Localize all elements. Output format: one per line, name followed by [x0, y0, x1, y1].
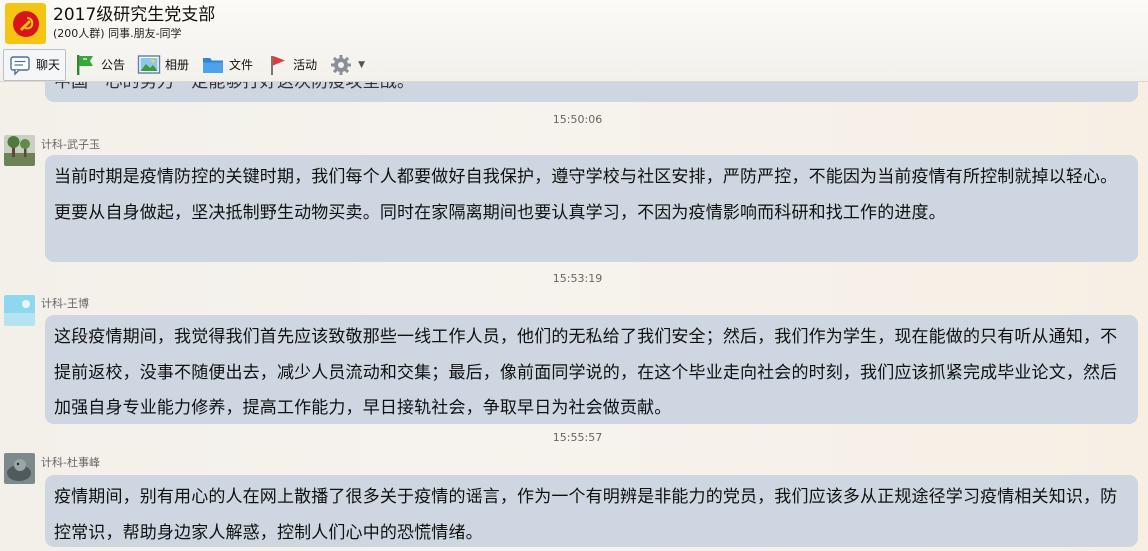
- flag-icon: [73, 53, 97, 77]
- tab-activity[interactable]: 活动: [261, 49, 322, 81]
- tab-files[interactable]: 文件: [197, 49, 258, 81]
- avatar[interactable]: [4, 295, 35, 326]
- folder-icon: [201, 53, 225, 77]
- message-bubble[interactable]: 当前时期是疫情防控的关键时期，我们每个人都要做好自我保护，遵守学校与社区安排，严…: [45, 155, 1138, 262]
- avatar[interactable]: [4, 135, 35, 166]
- chevron-down-icon: ▼: [358, 59, 365, 70]
- message-text: 当前时期是疫情防控的关键时期，我们每个人都要做好自我保护，遵守学校与社区安排，严…: [54, 167, 1118, 223]
- chat-bubble-icon: [8, 53, 32, 77]
- group-title[interactable]: 2017级研究生党支部: [53, 4, 215, 26]
- chat-toolbar: 聊天 公告 相册 文件 活动 ▼: [3, 48, 373, 81]
- tab-activity-label: 活动: [293, 58, 318, 72]
- tab-files-label: 文件: [229, 58, 254, 72]
- gear-icon: [329, 53, 353, 77]
- message-timestamp: 15:50:06: [552, 113, 603, 126]
- tab-notice[interactable]: 公告: [69, 49, 130, 81]
- group-avatar[interactable]: [5, 3, 46, 44]
- message-bubble[interactable]: 疫情期间，别有用心的人在网上散播了很多关于疫情的谣言，作为一个有明辨是非能力的党…: [45, 475, 1138, 547]
- group-subtitle: (200人群) 同事.朋友-同学: [53, 27, 182, 40]
- chat-header: 2017级研究生党支部 (200人群) 同事.朋友-同学 聊天 公告 相册 文件…: [0, 0, 1148, 82]
- sender-name[interactable]: 计科-杜事峰: [41, 454, 100, 470]
- chat-message-list[interactable]: 中国一心的努力一定能够打好这次防疫攻坚战。 15:50:06 计科-武子玉 当前…: [0, 82, 1148, 551]
- message-timestamp: 15:53:19: [552, 272, 603, 285]
- settings-menu-button[interactable]: ▼: [325, 49, 370, 81]
- photo-album-icon: [137, 53, 161, 77]
- sender-name[interactable]: 计科-武子玉: [41, 136, 100, 152]
- tab-chat-label: 聊天: [36, 58, 61, 72]
- party-emblem-icon: [12, 10, 39, 37]
- message-bubble[interactable]: 这段疫情期间，我觉得我们首先应该致敬那些一线工作人员，他们的无私给了我们安全；然…: [45, 315, 1138, 424]
- tab-chat[interactable]: 聊天: [3, 48, 67, 81]
- avatar[interactable]: [4, 453, 35, 484]
- message-timestamp: 15:55:57: [552, 431, 603, 444]
- message-text: 中国一心的努力一定能够打好这次防疫攻坚战。: [54, 82, 415, 92]
- tab-notice-label: 公告: [101, 58, 126, 72]
- message-text: 疫情期间，别有用心的人在网上散播了很多关于疫情的谣言，作为一个有明辨是非能力的党…: [54, 487, 1118, 543]
- sender-name[interactable]: 计科-王博: [41, 295, 89, 311]
- message-bubble[interactable]: 中国一心的努力一定能够打好这次防疫攻坚战。: [45, 82, 1138, 102]
- tab-album[interactable]: 相册: [133, 49, 194, 81]
- tab-album-label: 相册: [165, 58, 190, 72]
- pennant-flag-icon: [265, 53, 289, 77]
- message-text: 这段疫情期间，我觉得我们首先应该致敬那些一线工作人员，他们的无私给了我们安全；然…: [54, 327, 1118, 418]
